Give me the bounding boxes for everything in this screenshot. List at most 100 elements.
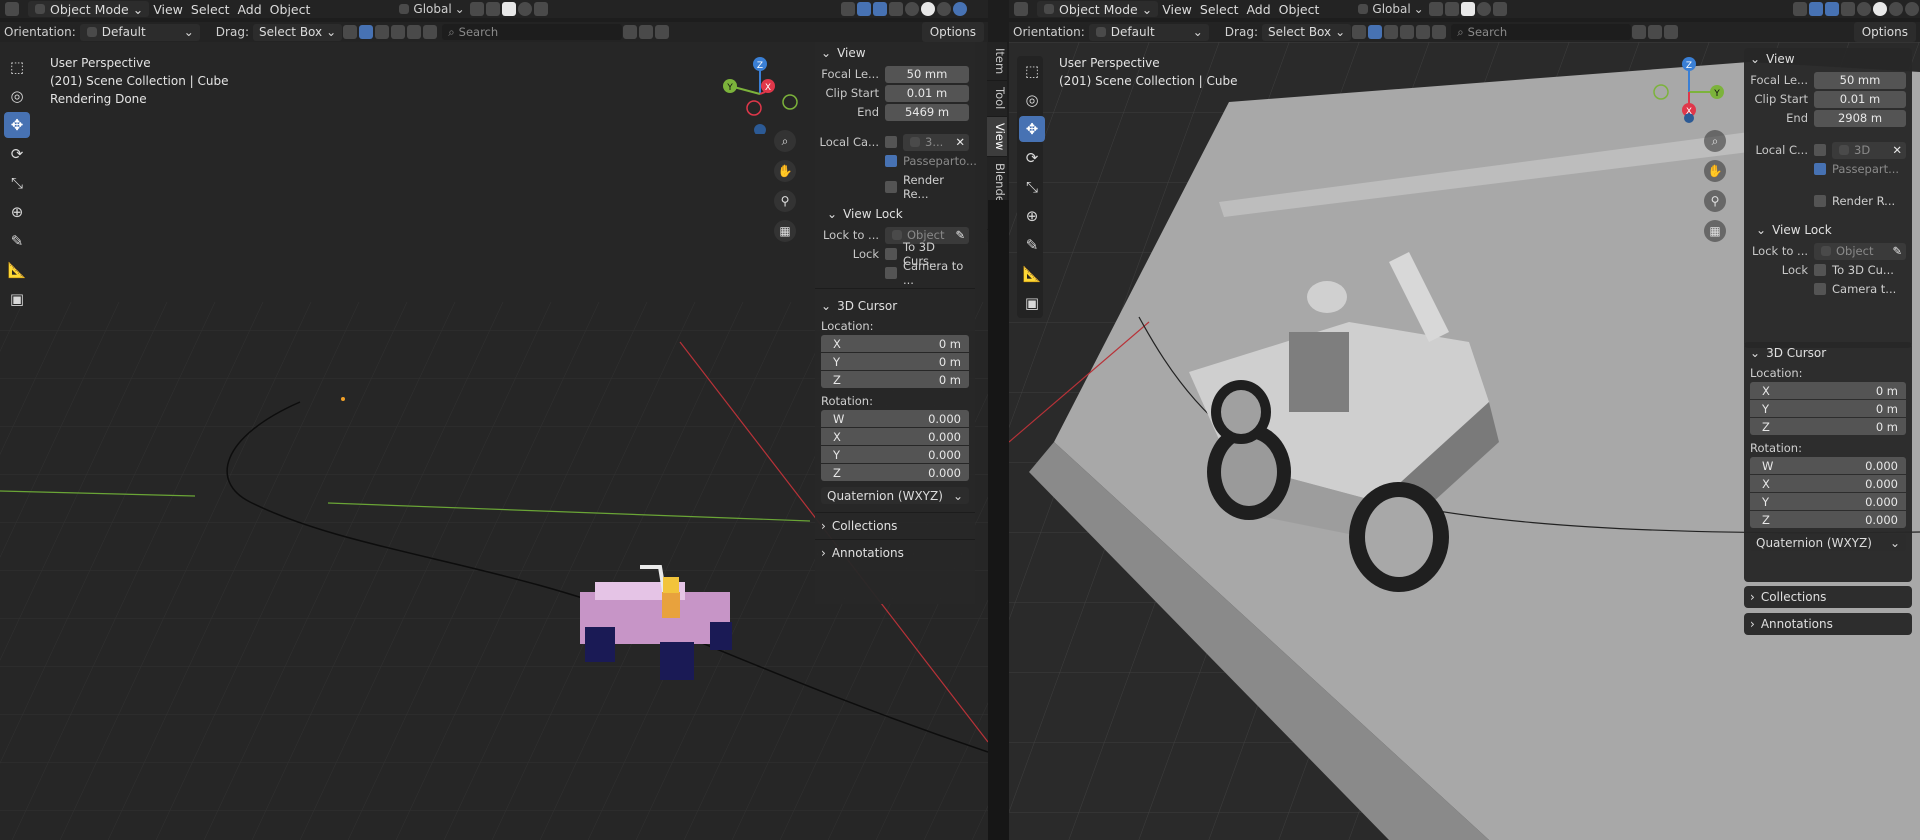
cursor-tool-icon[interactable]: ◎	[1019, 87, 1045, 113]
select-invert-icon[interactable]	[1416, 25, 1431, 39]
proportional-edit-icon[interactable]	[1476, 2, 1491, 16]
zoom-icon[interactable]: ⌕	[1704, 130, 1726, 152]
tab-item[interactable]: Item	[987, 42, 1007, 82]
annotations-panel-header[interactable]: › Annotations	[1744, 613, 1912, 635]
cursor-rotation-x[interactable]: X 0.000	[1750, 475, 1906, 492]
cursor-rotation-z[interactable]: Z 0.000	[821, 464, 969, 481]
cursor-location-z[interactable]: Z0 m	[1750, 418, 1906, 435]
select-intersect-icon[interactable]	[1432, 25, 1447, 39]
editor-type-icon[interactable]	[5, 2, 19, 16]
scale-tool-icon[interactable]: ⤡	[4, 170, 30, 196]
cursor-location-y[interactable]: Y0 m	[821, 353, 969, 370]
select-subtract-icon[interactable]	[391, 25, 406, 39]
drag-dropdown[interactable]: Select Box ⌄	[252, 23, 343, 41]
pivot-icon[interactable]	[1428, 2, 1443, 16]
transform-orientation-dropdown[interactable]: Global ⌄	[394, 1, 468, 17]
editor-divider[interactable]	[988, 200, 1009, 840]
options-button[interactable]: Options	[921, 22, 984, 42]
view-lock-header[interactable]: ⌄ View Lock	[1748, 219, 1906, 241]
transform-orientation-dropdown[interactable]: Global ⌄	[1353, 1, 1427, 17]
cursor-rotation-x[interactable]: X 0.000	[821, 428, 969, 445]
rotate-tool-icon[interactable]: ⟳	[4, 141, 30, 167]
render-region-checkbox[interactable]	[1814, 195, 1826, 207]
shading-wireframe-icon[interactable]	[905, 2, 919, 16]
sync-icon[interactable]	[639, 25, 654, 39]
passepartout-checkbox[interactable]	[1814, 163, 1826, 175]
view-lock-header[interactable]: ⌄ View Lock	[819, 203, 969, 225]
funnel-icon[interactable]	[655, 25, 670, 39]
local-camera-field[interactable]: 3D ✕	[1832, 141, 1906, 159]
search-input[interactable]: ⌕ Search	[442, 24, 623, 40]
clip-start-field[interactable]: 0.01 m	[885, 84, 969, 102]
search-input[interactable]: ⌕ Search	[1451, 24, 1632, 40]
select-intersect-icon[interactable]	[423, 25, 438, 39]
select-subtract-icon[interactable]	[1400, 25, 1415, 39]
xray-icon[interactable]	[889, 2, 903, 16]
cursor-rotation-w[interactable]: W 0.000	[821, 410, 969, 427]
measure-tool-icon[interactable]: 📐	[1019, 261, 1045, 287]
shading-rendered-icon[interactable]	[953, 2, 967, 16]
tab-view[interactable]: View	[987, 116, 1007, 157]
menu-add[interactable]: Add	[233, 1, 265, 17]
menu-object[interactable]: Object	[1275, 1, 1324, 17]
tab-tool[interactable]: Tool	[987, 81, 1007, 117]
select-extend-icon[interactable]	[1384, 25, 1399, 39]
filter-icon[interactable]	[623, 25, 638, 39]
cursor-location-z[interactable]: Z0 m	[821, 371, 969, 388]
snap-target-icon[interactable]	[1460, 2, 1475, 16]
menu-view[interactable]: View	[149, 1, 187, 17]
view-panel-header[interactable]: ⌄ View	[1744, 48, 1912, 70]
menu-object[interactable]: Object	[266, 1, 315, 17]
funnel-icon[interactable]	[1664, 25, 1679, 39]
rotation-mode-dropdown[interactable]: Quaternion (WXYZ) ⌄	[821, 487, 969, 504]
perspective-grid-icon[interactable]: ▦	[1704, 220, 1726, 242]
transform-tool-icon[interactable]: ⊕	[1019, 203, 1045, 229]
select-mode-icon[interactable]	[1352, 25, 1367, 39]
select-invert-icon[interactable]	[407, 25, 422, 39]
cursor-location-x[interactable]: X0 m	[1750, 382, 1906, 399]
transform-tool-icon[interactable]: ⊕	[4, 199, 30, 225]
menu-add[interactable]: Add	[1242, 1, 1274, 17]
select-new-icon[interactable]	[1368, 25, 1383, 39]
visibility-icon[interactable]	[841, 2, 855, 16]
mode-dropdown[interactable]: Object Mode ⌄	[28, 1, 150, 17]
perspective-grid-icon[interactable]: ▦	[774, 220, 796, 242]
lock-3d-cursor-checkbox[interactable]	[1814, 264, 1826, 276]
cursor-location-y[interactable]: Y0 m	[1750, 400, 1906, 417]
view-panel-header[interactable]: ⌄ View	[815, 42, 975, 64]
cursor-rotation-y[interactable]: Y 0.000	[1750, 493, 1906, 510]
select-extend-icon[interactable]	[375, 25, 390, 39]
3d-cursor-panel-header[interactable]: ⌄ 3D Cursor	[815, 295, 975, 317]
snap-icon[interactable]	[1444, 2, 1459, 16]
menu-select[interactable]: Select	[1196, 1, 1243, 17]
snap-target-icon[interactable]	[501, 2, 516, 16]
measure-tool-icon[interactable]: 📐	[4, 257, 30, 283]
local-camera-checkbox[interactable]	[1814, 144, 1826, 156]
clip-end-field[interactable]: 5469 m	[885, 103, 969, 121]
select-new-icon[interactable]	[359, 25, 374, 39]
drag-dropdown[interactable]: Select Box ⌄	[1261, 23, 1352, 41]
add-cube-tool-icon[interactable]: ▣	[4, 286, 30, 312]
move-tool-icon[interactable]: ✥	[1019, 116, 1045, 142]
rotation-mode-dropdown[interactable]: Quaternion (WXYZ) ⌄	[1750, 534, 1906, 551]
menu-view[interactable]: View	[1158, 1, 1196, 17]
shading-rendered-icon[interactable]	[1905, 2, 1919, 16]
annotate-tool-icon[interactable]: ✎	[1019, 232, 1045, 258]
menu-select[interactable]: Select	[187, 1, 234, 17]
camera-to-view-checkbox[interactable]	[1814, 283, 1826, 295]
add-cube-tool-icon[interactable]: ▣	[1019, 290, 1045, 316]
camera-view-icon[interactable]: ⚲	[774, 190, 796, 212]
zoom-icon[interactable]: ⌕	[774, 130, 796, 152]
mode-dropdown[interactable]: Object Mode ⌄	[1037, 1, 1159, 17]
editor-type-icon[interactable]	[1014, 2, 1028, 16]
rotate-tool-icon[interactable]: ⟳	[1019, 145, 1045, 171]
filter-icon[interactable]	[1632, 25, 1647, 39]
clip-start-field[interactable]: 0.01 m	[1814, 90, 1906, 108]
sync-icon[interactable]	[1648, 25, 1663, 39]
shading-material-icon[interactable]	[937, 2, 951, 16]
orientation-dropdown[interactable]: Default ⌄	[79, 23, 200, 41]
falloff-icon[interactable]	[533, 2, 548, 16]
passepartout-checkbox[interactable]	[885, 155, 897, 167]
right-navigation-gizmo[interactable]: Z Y X	[1649, 54, 1729, 134]
local-camera-checkbox[interactable]	[885, 136, 897, 148]
